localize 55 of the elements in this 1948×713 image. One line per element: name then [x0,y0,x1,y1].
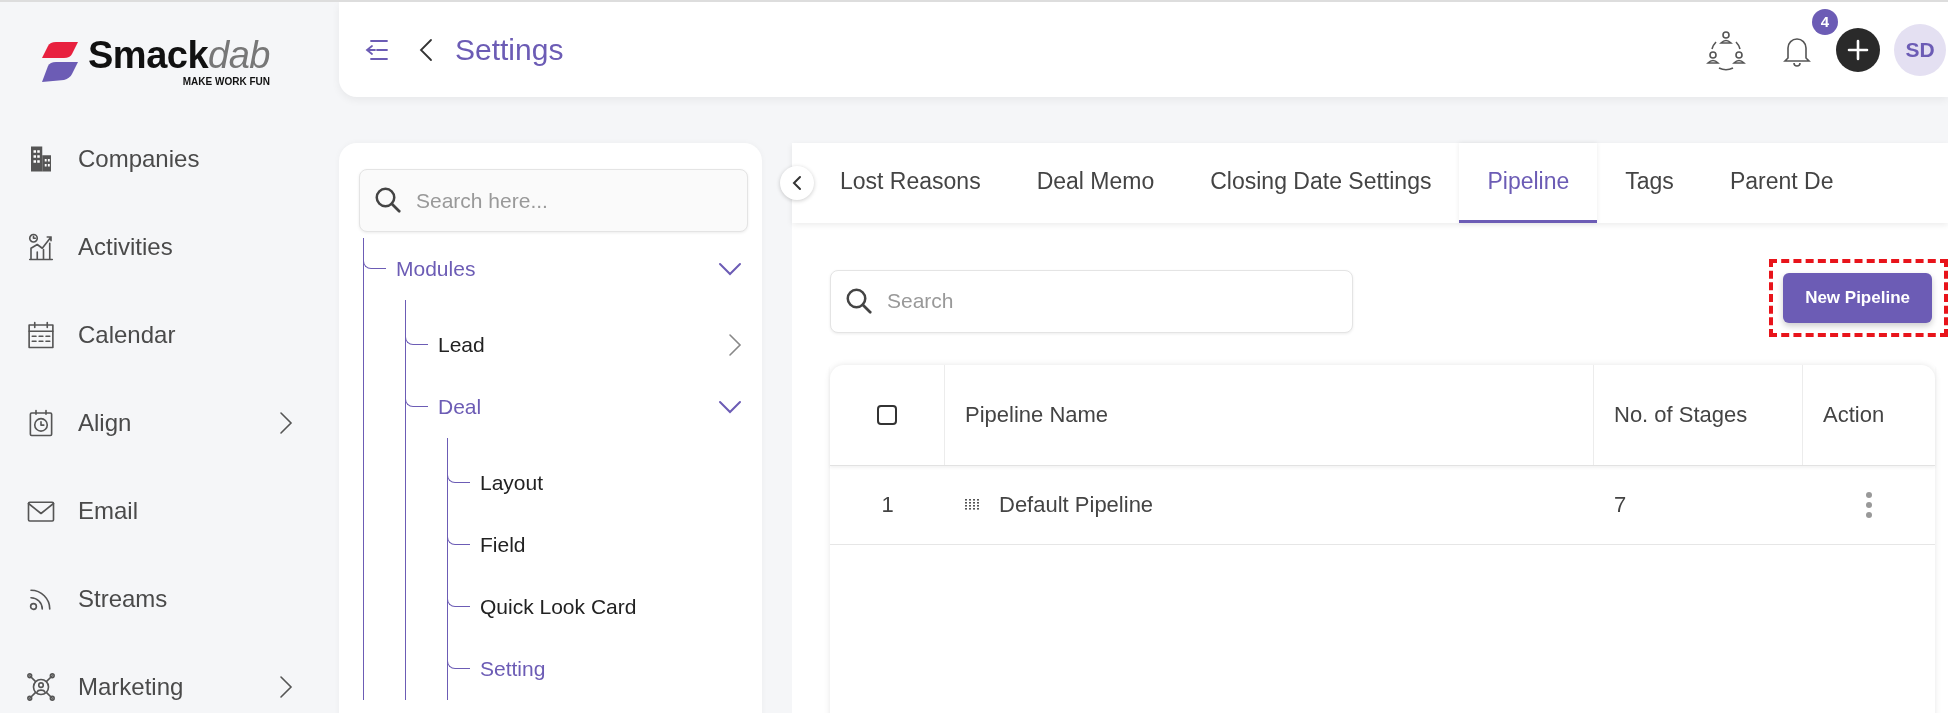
tree-item[interactable]: Layout [480,452,748,514]
notification-badge: 4 [1812,8,1838,35]
calendar-icon [26,320,56,350]
page-title: Settings [455,32,565,67]
chevron-right-icon [728,333,742,357]
chevron-down-icon [718,262,742,276]
tab[interactable]: Tags [1597,143,1702,223]
drag-handle-icon[interactable] [965,499,981,511]
tab[interactable]: Deal Memo [1008,143,1183,223]
chevron-right-icon [279,675,293,699]
collapse-menu-icon [363,37,389,62]
sidebar-item[interactable]: Email [0,467,339,555]
more-options-button[interactable] [1865,491,1873,519]
user-avatar[interactable]: SD [1894,23,1946,76]
tree-item[interactable]: Deal [438,376,748,438]
search-field[interactable]: Search here... [359,169,748,232]
logo-mark-icon [40,39,80,84]
chevron-down-icon [718,400,742,414]
sidebar-item[interactable]: Activities [0,203,339,291]
logo-tagline: MAKE WORK FUN [182,76,270,87]
add-button[interactable] [1836,27,1880,72]
sidebar-item[interactable]: Streams [0,555,339,643]
logo-wordmark: Smackdab [88,36,270,74]
select-all-checkbox[interactable] [877,405,897,425]
chevron-right-icon [279,411,293,435]
table-cell: Default Pipeline [999,492,1154,518]
sidebar-item[interactable]: Companies [0,115,339,203]
row-number: 1 [880,491,895,519]
tab[interactable]: Closing Date Settings [1182,143,1460,223]
column-header: Action [1822,401,1886,429]
sidebar-item[interactable]: Marketing [0,643,339,713]
new-pipeline-button[interactable]: New Pipeline [1783,273,1932,323]
search-field[interactable]: Search [830,269,1353,333]
collapse-menu-button[interactable] [363,37,389,62]
tree-item[interactable]: Quick Look Card [480,576,748,638]
plus-icon [1847,38,1869,61]
tree-item[interactable]: Modules [396,238,748,300]
chevron-left-icon [792,175,802,191]
tree-item[interactable]: Lead [438,314,748,376]
sidebar-item[interactable]: Align [0,379,339,467]
chevron-left-icon [419,37,433,62]
sidebar-item[interactable]: Calendar [0,291,339,379]
tree-item[interactable]: Setting [480,638,748,700]
tab[interactable]: Lost Reasons [812,143,1009,223]
kebab-icon [1865,491,1873,519]
network-person-icon [26,672,56,702]
column-header: No. of Stages [1594,365,1803,465]
search-icon [373,185,403,215]
table-cell-text: 7 [1613,491,1628,519]
growth-chart-icon [26,232,56,262]
scroll-left-button[interactable] [780,166,814,200]
back-button[interactable] [419,37,433,62]
tree-item[interactable]: Field [480,514,748,576]
column-header: Pipeline Name [945,365,1594,465]
tab[interactable]: Parent De [1701,143,1862,223]
